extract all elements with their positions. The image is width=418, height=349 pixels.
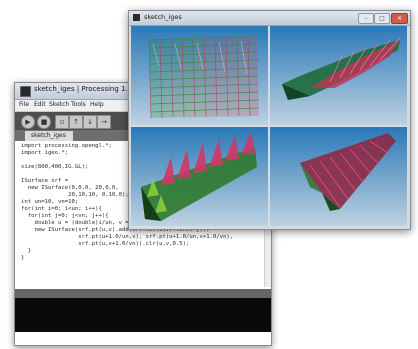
open-icon[interactable]: ↑ bbox=[69, 115, 83, 129]
maximize-button[interactable]: □ bbox=[374, 13, 390, 24]
menu-edit[interactable]: Edit bbox=[34, 101, 46, 108]
code-line: size(800,400,IG.GL); bbox=[21, 164, 89, 170]
surface-render-front bbox=[141, 131, 257, 221]
console-area[interactable] bbox=[15, 298, 271, 332]
code-line: for(int j=0; j<vn; j++){ bbox=[21, 213, 109, 219]
viewport-front[interactable] bbox=[131, 127, 268, 226]
close-button[interactable]: ✕ bbox=[391, 13, 408, 24]
code-line: new ISurface(0,0,0, 20,0,0, bbox=[21, 185, 119, 191]
sketch-canvas[interactable] bbox=[131, 26, 407, 226]
sketch-window: sketch_iges – □ ✕ bbox=[128, 10, 411, 230]
surface-render-side bbox=[282, 37, 401, 100]
run-icon[interactable]: ▶ bbox=[21, 115, 35, 129]
processing-app-icon bbox=[20, 86, 31, 97]
surface-render-perspective bbox=[148, 35, 260, 119]
code-line: import igeo.*; bbox=[21, 150, 69, 156]
code-line: srf.pt(u+1.0/un,v), srf.pt(u+1.0/un,v+1.… bbox=[21, 234, 234, 240]
viewport-top[interactable] bbox=[270, 127, 407, 226]
menu-file[interactable]: File bbox=[19, 101, 29, 108]
code-line: } bbox=[21, 248, 32, 254]
code-line: ISurface srf = bbox=[21, 178, 69, 184]
new-icon[interactable]: ▫ bbox=[55, 115, 69, 129]
code-line: int un=10, vn=10; bbox=[21, 199, 79, 205]
tab-sketch-iges[interactable]: sketch_iges bbox=[25, 131, 73, 141]
viewport-perspective[interactable] bbox=[131, 26, 268, 125]
minimize-button[interactable]: – bbox=[358, 13, 374, 24]
code-line: 20,10,10, 0,10,0); bbox=[21, 192, 129, 198]
code-line: import processing.opengl.*; bbox=[21, 143, 112, 149]
menu-tools[interactable]: Tools bbox=[71, 101, 86, 108]
ide-status-bar bbox=[15, 289, 271, 298]
code-line: } bbox=[21, 255, 25, 261]
menu-sketch[interactable]: Sketch bbox=[49, 101, 69, 108]
processing-app-icon bbox=[133, 14, 140, 21]
menu-help[interactable]: Help bbox=[90, 101, 104, 108]
sketch-window-title: sketch_iges bbox=[144, 13, 182, 21]
sketch-titlebar[interactable]: sketch_iges – □ ✕ bbox=[129, 11, 410, 26]
save-icon[interactable]: ↓ bbox=[83, 115, 97, 129]
code-line: srf.pt(u,v+1.0/vn)).clr(u,v,0.5); bbox=[21, 241, 190, 247]
export-icon[interactable]: → bbox=[97, 115, 111, 129]
surface-render-top bbox=[300, 133, 396, 211]
viewport-side[interactable] bbox=[270, 26, 407, 125]
stop-icon[interactable]: ■ bbox=[37, 115, 51, 129]
ide-window-title: sketch_iges | Processing 1.5.1 bbox=[34, 85, 139, 93]
code-line: for(int i=0; i<un; i++){ bbox=[21, 206, 102, 212]
